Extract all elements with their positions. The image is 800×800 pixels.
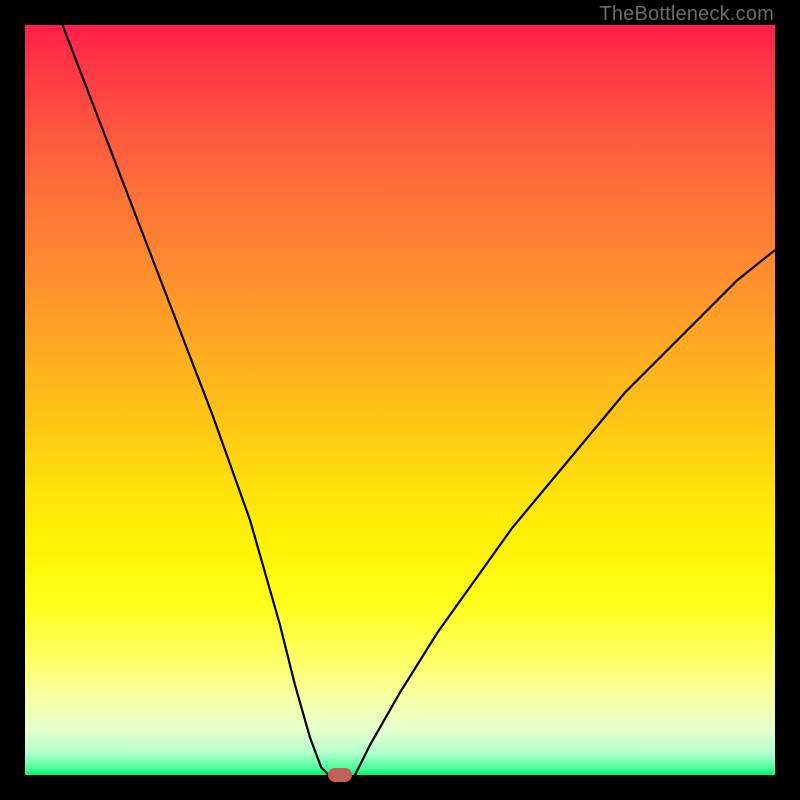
curve-left-branch — [63, 25, 329, 775]
curve-right-branch — [355, 250, 775, 775]
optimal-point-marker — [328, 768, 352, 782]
watermark-text: TheBottleneck.com — [599, 3, 774, 26]
curve-svg — [25, 25, 775, 775]
outer-frame: TheBottleneck.com — [0, 0, 800, 800]
